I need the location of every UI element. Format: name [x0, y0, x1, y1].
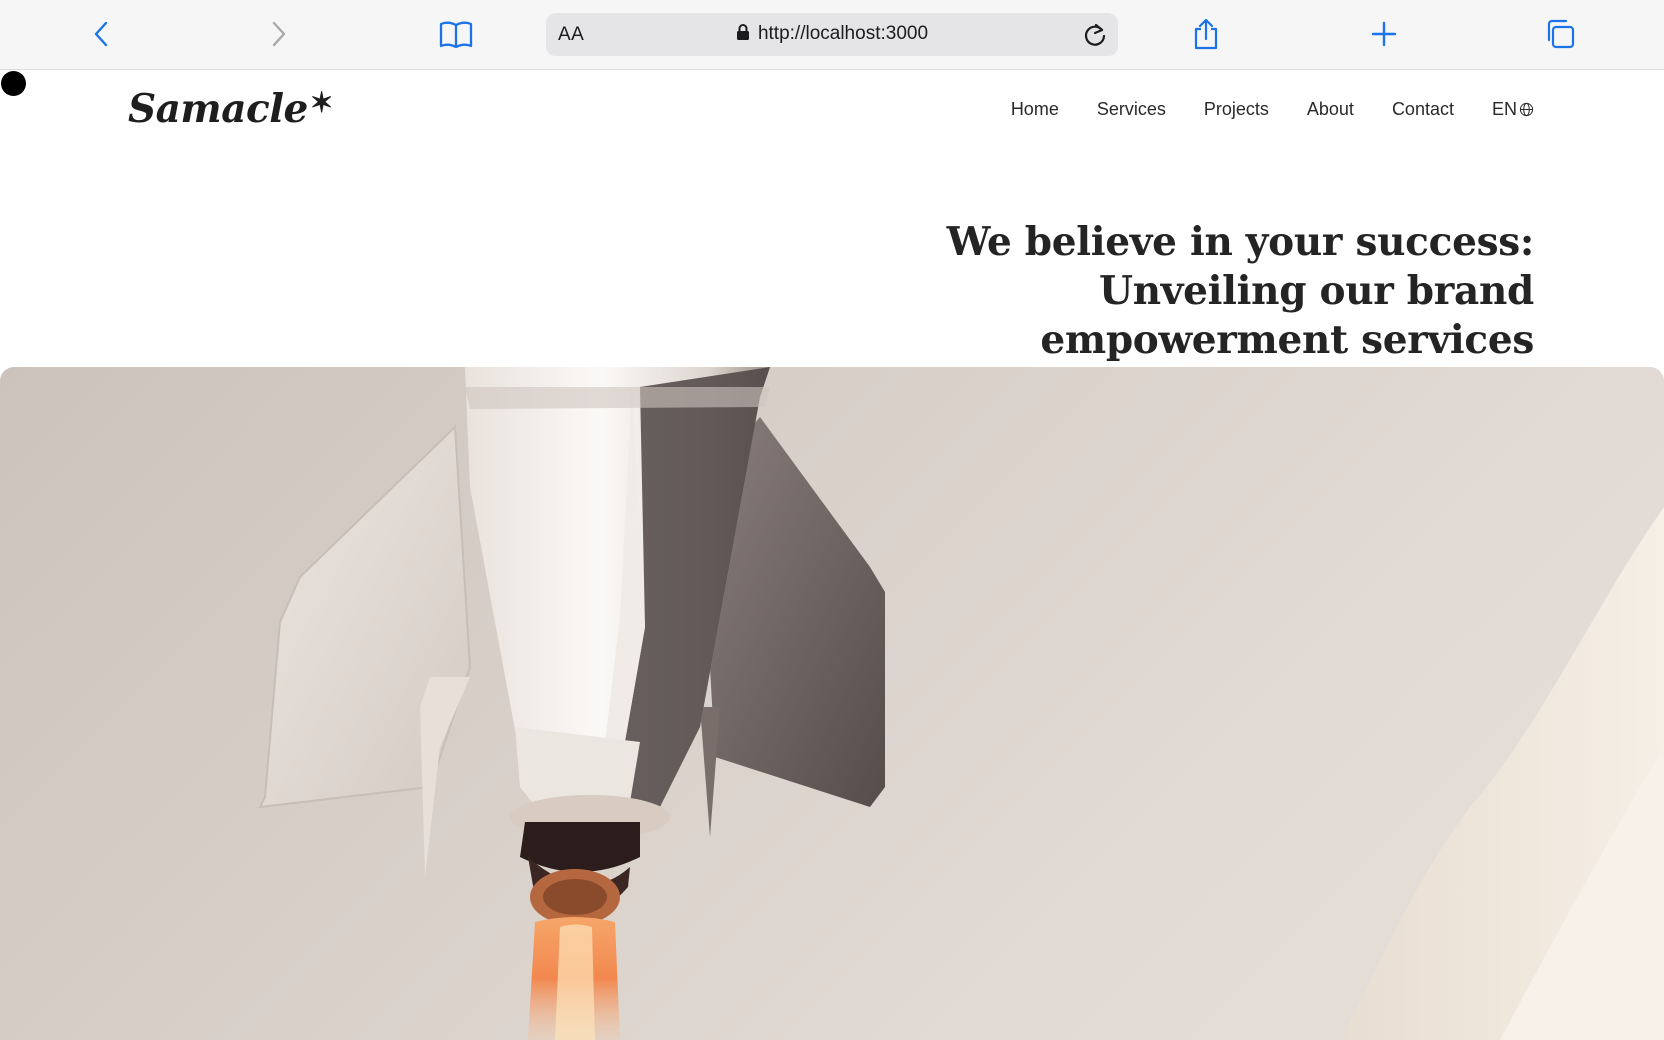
nav-item-about[interactable]: About [1307, 99, 1354, 120]
site-logo[interactable]: Samacle✶ [128, 86, 333, 132]
hero-title-line: empowerment services [1040, 317, 1534, 363]
bookmarks-button[interactable] [436, 14, 476, 54]
url-display[interactable]: http://localhost:3000 [546, 23, 1118, 45]
hero-title-line: Unveiling our brand [1099, 268, 1534, 314]
chevron-left-icon [94, 21, 108, 47]
pointer-cursor [1, 71, 26, 96]
logo-star-mark: ✶ [309, 86, 333, 119]
address-bar[interactable]: AA http://localhost:3000 [546, 13, 1118, 56]
nav-item-home[interactable]: Home [1011, 99, 1059, 120]
nav-item-projects[interactable]: Projects [1204, 99, 1269, 120]
language-label: EN [1491, 99, 1517, 119]
logo-text: Samacle [128, 86, 308, 132]
url-text: http://localhost:3000 [757, 23, 929, 44]
hero-title: We believe in your success: Unveiling ou… [834, 218, 1535, 365]
lock-icon [736, 24, 749, 40]
language-switcher[interactable]: EN [1492, 99, 1534, 120]
globe-icon [1519, 102, 1534, 117]
browser-toolbar: AA http://localhost:3000 [0, 0, 1664, 70]
reload-button[interactable] [1080, 20, 1110, 50]
forward-button[interactable] [258, 14, 298, 54]
new-tab-button[interactable] [1364, 14, 1404, 54]
nav-item-services[interactable]: Services [1097, 99, 1166, 120]
tabs-icon [1547, 19, 1575, 49]
main-nav: Home Services Projects About Contact EN [973, 99, 1534, 120]
plus-icon [1371, 21, 1397, 47]
hero-title-line: We believe in your success: [946, 219, 1535, 265]
back-button[interactable] [82, 14, 122, 54]
book-icon [439, 21, 473, 49]
reload-icon [1084, 23, 1106, 46]
tabs-overview-button[interactable] [1540, 14, 1580, 54]
share-icon [1194, 18, 1218, 50]
chevron-right-icon [272, 21, 286, 47]
share-button[interactable] [1186, 14, 1226, 54]
rocket-launch-image [0, 367, 1664, 1040]
nav-item-contact[interactable]: Contact [1392, 99, 1454, 120]
